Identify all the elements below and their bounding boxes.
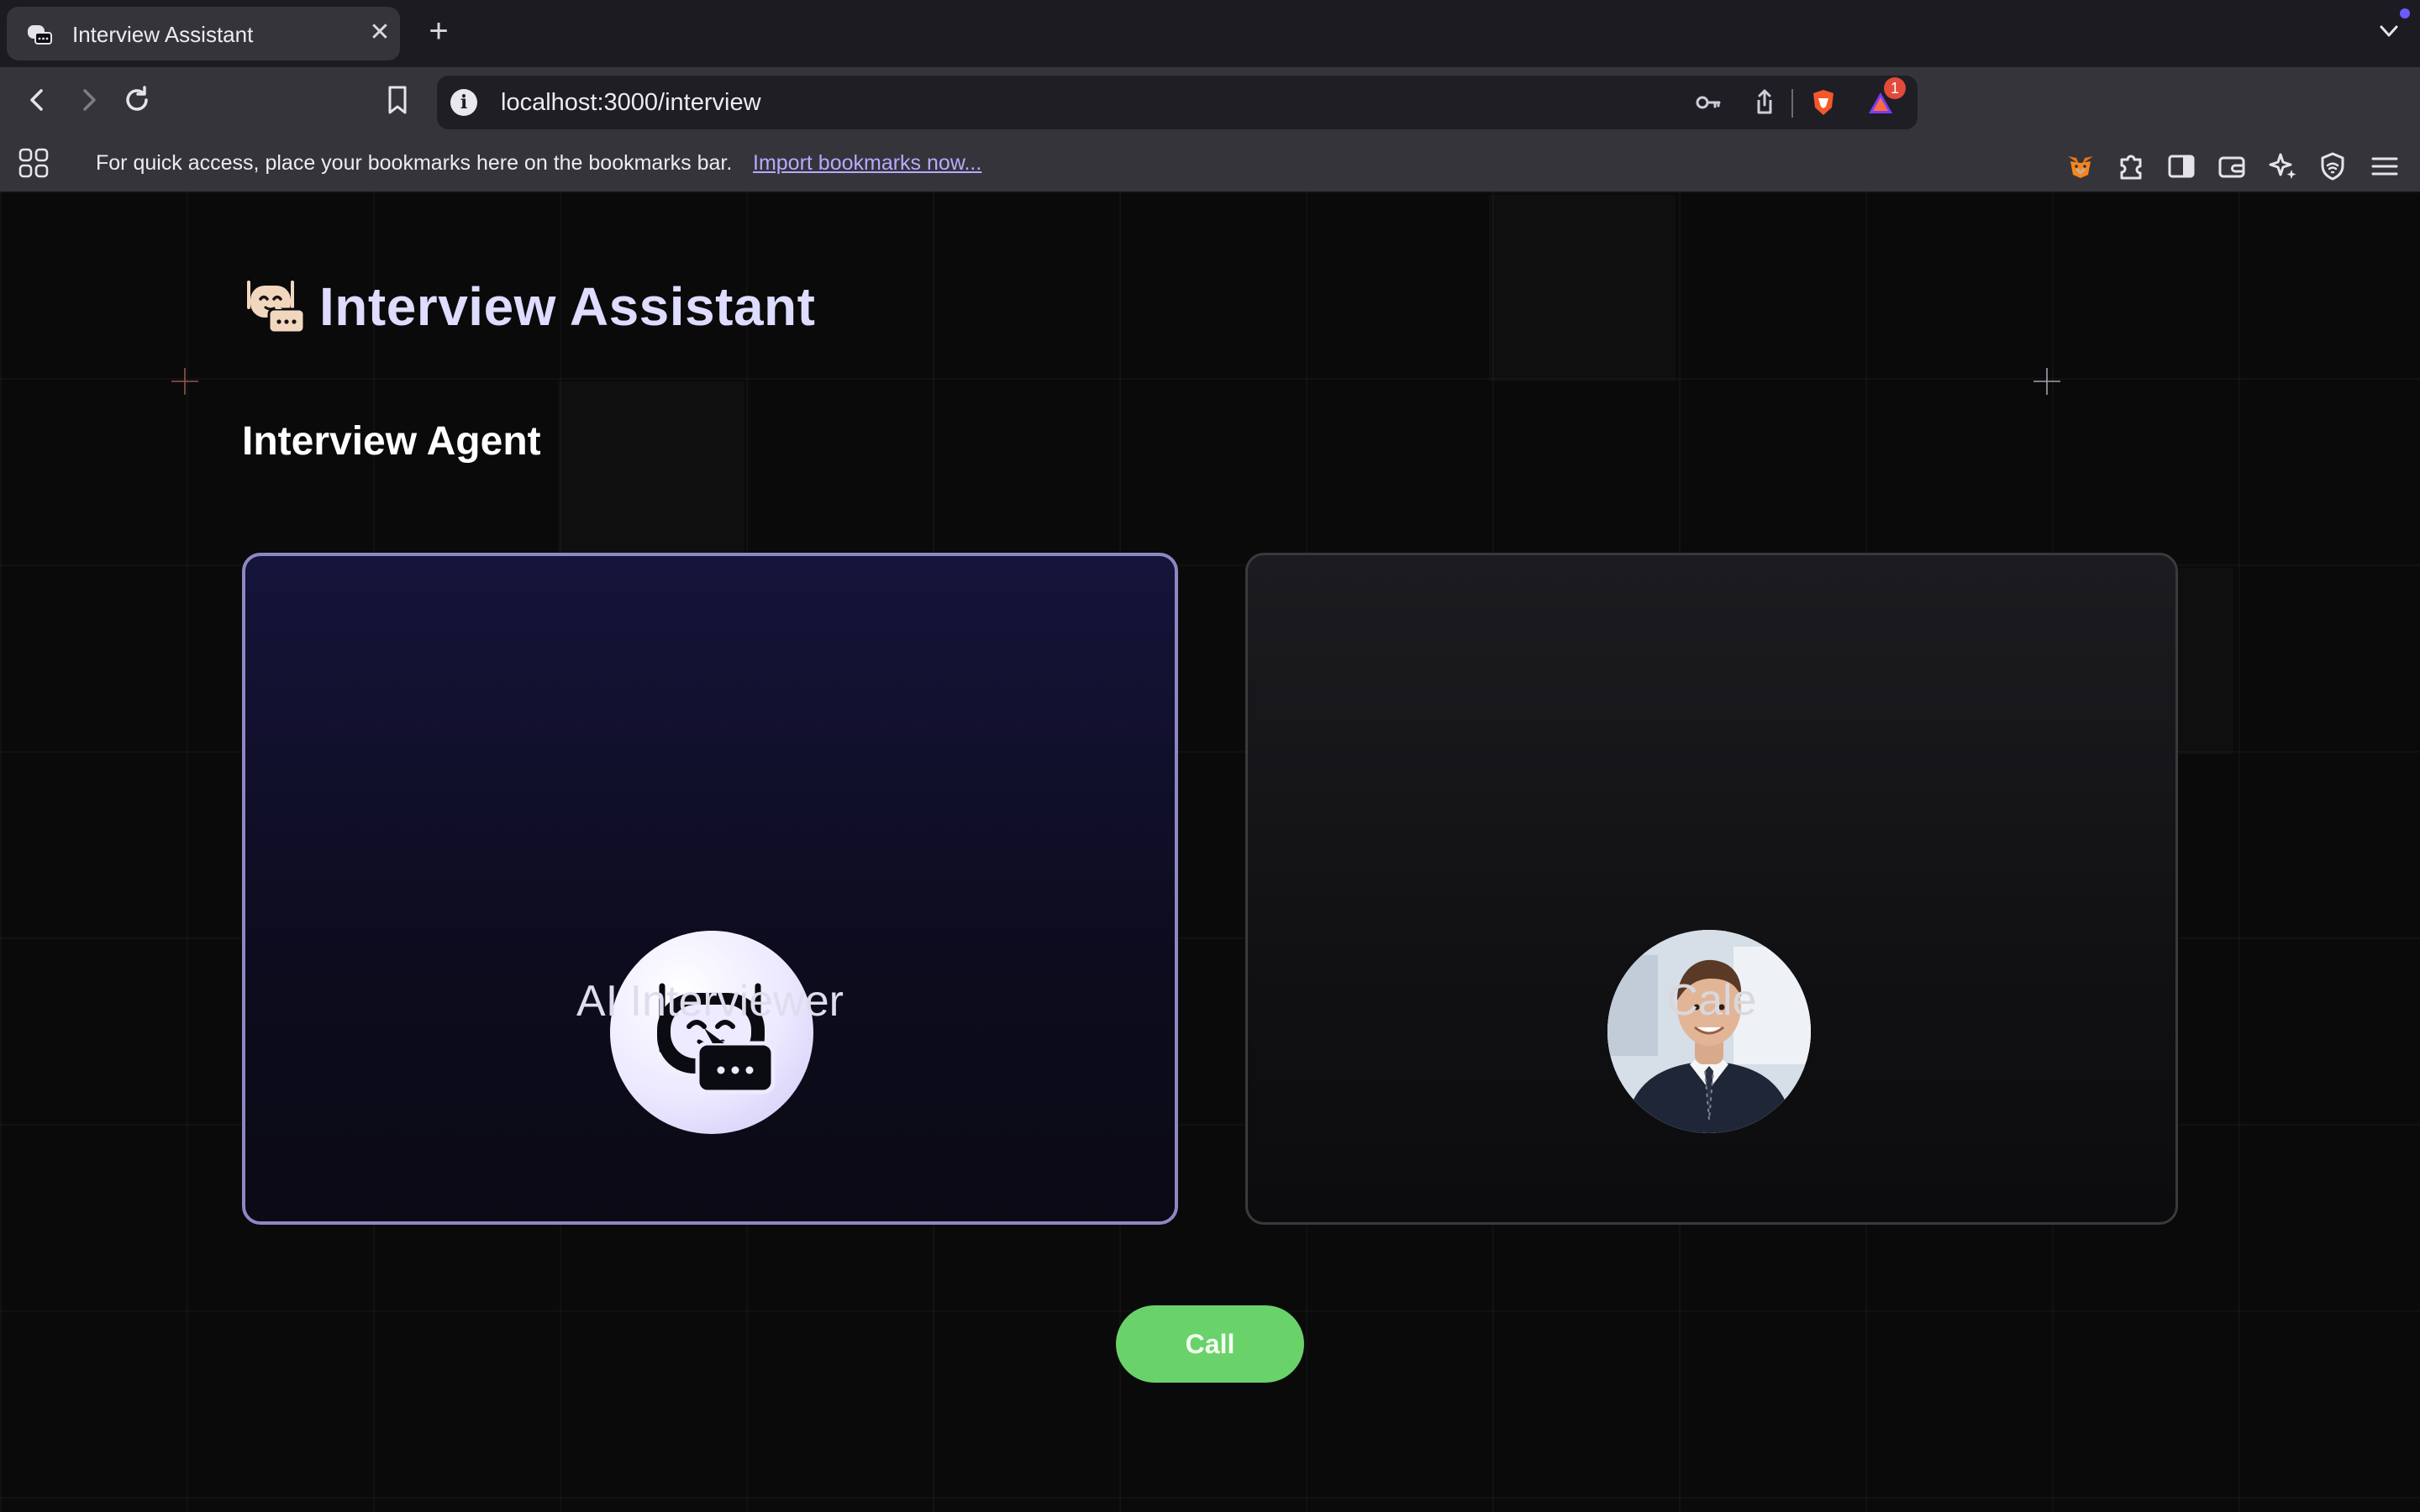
rewards-badge: 1 xyxy=(1884,77,1906,99)
forward-icon xyxy=(83,89,96,111)
ai-card-label: AI Interviewer xyxy=(576,977,844,1026)
browser-toolbar: i localhost:3000/interview 1 xyxy=(0,67,2420,200)
new-tab-button[interactable]: + xyxy=(422,14,455,49)
key-icon[interactable] xyxy=(1692,87,1723,118)
tab-close-icon[interactable]: ✕ xyxy=(366,20,393,47)
chevron-down-icon[interactable] xyxy=(2375,17,2403,45)
puzzle-extensions-icon[interactable] xyxy=(2114,150,2148,183)
url-separator xyxy=(1791,89,1793,118)
robot-favicon-icon xyxy=(28,25,52,45)
reload-button[interactable] xyxy=(116,79,158,121)
ai-avatar xyxy=(610,931,813,1134)
sparkle-decoration xyxy=(2033,368,2060,395)
vpn-shield-icon[interactable] xyxy=(2316,150,2349,183)
apps-grid-icon[interactable] xyxy=(18,148,49,178)
tab-title: Interview Assistant xyxy=(72,22,254,47)
page-content: Interview Assistant Interview Agent AI I… xyxy=(0,192,2420,1512)
bookmark-icon xyxy=(388,86,407,114)
call-button[interactable]: Call xyxy=(1116,1305,1304,1383)
metamask-fox-icon[interactable] xyxy=(2064,150,2097,183)
address-bar[interactable]: i localhost:3000/interview 1 xyxy=(437,76,1918,129)
user-avatar xyxy=(1607,930,1811,1133)
sparkle-decoration xyxy=(171,368,198,395)
leo-ai-icon[interactable] xyxy=(2265,150,2299,183)
app-title: Interview Assistant xyxy=(319,276,816,337)
tab-strip: Interview Assistant ✕ + xyxy=(0,0,2420,67)
bookmarks-bar-message: For quick access, place your bookmarks h… xyxy=(96,151,733,175)
forward-button[interactable] xyxy=(67,79,109,121)
section-title: Interview Agent xyxy=(242,419,541,464)
sidebar-icon[interactable] xyxy=(2165,150,2198,183)
back-button[interactable] xyxy=(17,79,59,121)
bookmark-button[interactable] xyxy=(376,79,418,121)
info-icon[interactable]: i xyxy=(450,89,477,116)
import-bookmarks-link[interactable]: Import bookmarks now... xyxy=(753,151,981,176)
user-photo xyxy=(1607,930,1811,1133)
ai-interviewer-card[interactable]: AI Interviewer xyxy=(242,553,1178,1225)
user-card[interactable]: Cale xyxy=(1245,553,2178,1225)
reload-icon xyxy=(126,86,148,111)
back-icon xyxy=(30,89,43,111)
url-text[interactable]: localhost:3000/interview xyxy=(501,89,761,117)
wallet-icon[interactable] xyxy=(2215,150,2249,183)
menu-icon[interactable] xyxy=(2368,150,2402,183)
share-icon[interactable] xyxy=(1749,87,1780,118)
notification-dot xyxy=(2400,8,2410,18)
brave-shield-icon[interactable] xyxy=(1808,87,1839,118)
tab-interview-assistant[interactable]: Interview Assistant ✕ xyxy=(7,7,400,60)
robot-icon xyxy=(657,983,776,1095)
background-tile xyxy=(558,381,744,568)
user-card-label: Cale xyxy=(1666,976,1757,1025)
robot-logo-icon xyxy=(247,281,306,334)
background-tile xyxy=(1489,195,1676,381)
